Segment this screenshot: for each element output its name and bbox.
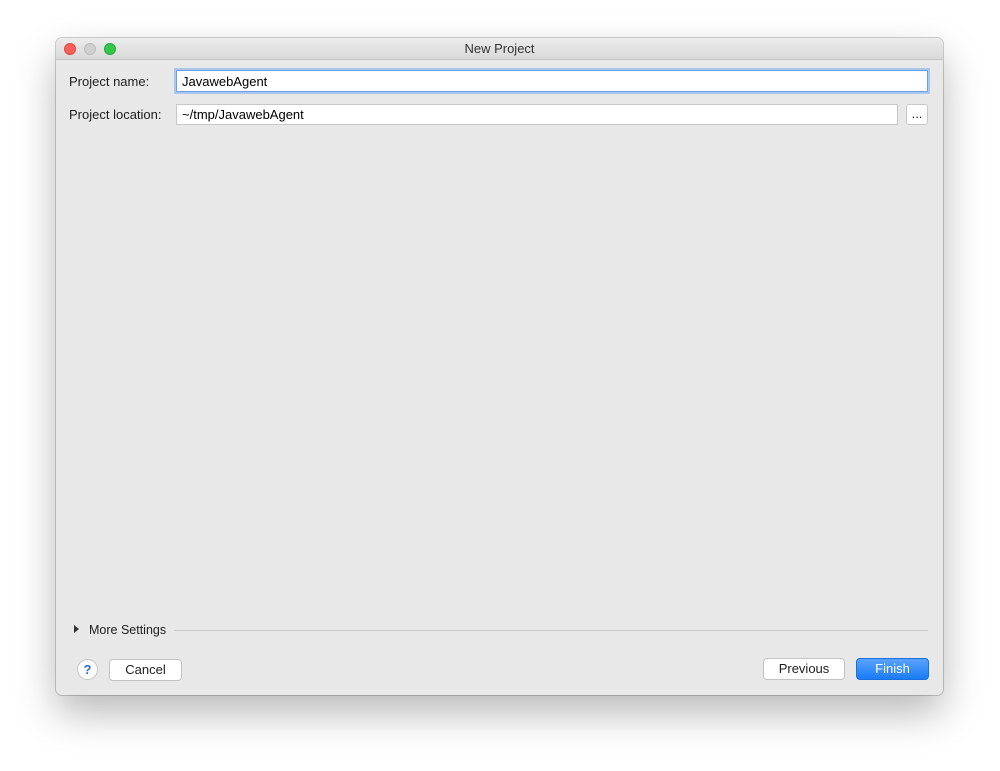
help-button[interactable]: ? <box>77 659 98 680</box>
window-title: New Project <box>464 41 535 56</box>
project-location-label: Project location: <box>69 107 162 122</box>
new-project-dialog: New Project Project name: Project locati… <box>56 38 943 695</box>
cancel-button[interactable]: Cancel <box>109 659 182 681</box>
project-name-label: Project name: <box>69 74 150 89</box>
finish-button[interactable]: Finish <box>856 658 929 680</box>
more-settings-divider <box>174 630 928 631</box>
project-location-input[interactable] <box>176 104 898 125</box>
title-bar[interactable]: New Project <box>56 38 943 60</box>
previous-button[interactable]: Previous <box>763 658 845 680</box>
project-name-input[interactable] <box>176 70 928 92</box>
browse-location-button[interactable]: ... <box>906 104 928 125</box>
more-settings-label: More Settings <box>89 623 167 637</box>
triangle-right-icon <box>74 625 79 633</box>
